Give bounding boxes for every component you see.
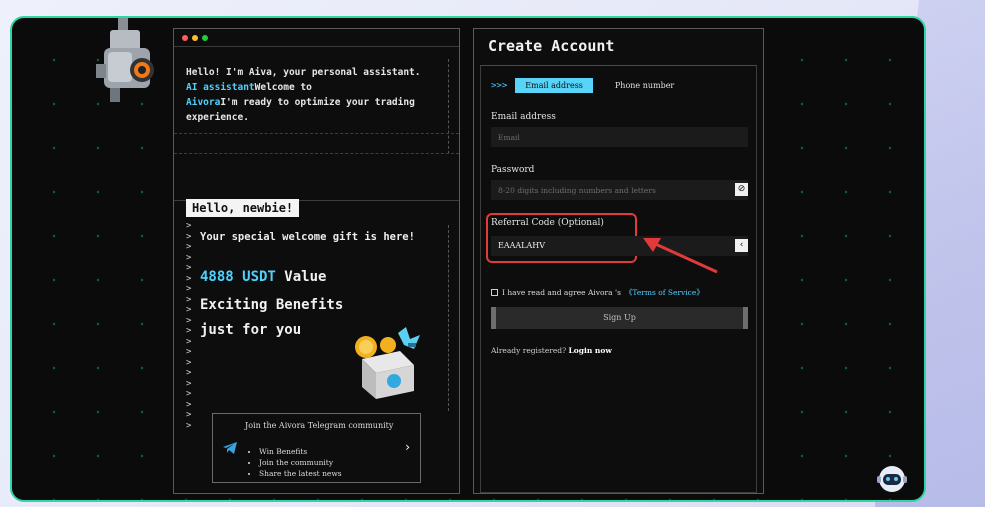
intro-text: Hello! I'm Aiva, your personal assistant… — [186, 67, 421, 78]
list-item: Join the community — [259, 457, 342, 468]
chat-bot-icon[interactable] — [875, 464, 909, 494]
terminal-header — [174, 29, 459, 47]
minimize-dot-icon — [192, 34, 198, 41]
login-link[interactable]: Login now — [569, 346, 612, 355]
tab-arrows: >>> — [491, 80, 508, 91]
divider — [174, 153, 459, 154]
welcome-gift-text: Your special welcome gift is here! — [200, 231, 415, 243]
divider — [448, 225, 449, 411]
robot-camera-icon — [96, 18, 154, 102]
caret-column: > > > > > > > > > > > > > > > > > > > > — [186, 221, 192, 431]
divider — [448, 59, 449, 154]
back-icon[interactable]: ‹ — [735, 239, 748, 252]
page-title: Create Account — [488, 37, 615, 55]
create-account-panel: Create Account >>> Email address Phone n… — [473, 28, 764, 494]
annotation-arrow — [643, 238, 718, 274]
hello-tag: Hello, newbie! — [186, 199, 300, 217]
eye-off-icon[interactable]: ⊘ — [735, 183, 748, 196]
tab-phone[interactable]: Phone number — [601, 78, 688, 93]
usdt-value-line: 4888 USDT Value — [200, 269, 430, 285]
referral-label: Referral Code (Optional) — [491, 218, 604, 228]
terms-agreement[interactable]: I have read and agree Aivora 's 《Terms o… — [491, 287, 704, 298]
close-dot-icon — [182, 34, 188, 41]
list-item: Share the latest news — [259, 468, 342, 479]
already-text: Already registered? — [491, 346, 569, 355]
intro-text: Welcome to — [254, 82, 312, 93]
sign-up-button[interactable]: Sign Up — [491, 307, 748, 329]
chevron-right-icon[interactable]: › — [405, 440, 410, 454]
login-prompt: Already registered? Login now — [491, 346, 612, 355]
intro-text: I'm ready to optimize your trading exper… — [186, 97, 415, 123]
referral-code-value: EAAALAHV — [498, 241, 546, 250]
password-field[interactable] — [491, 180, 748, 200]
password-label: Password — [491, 165, 535, 175]
usdt-amount: 4888 USDT — [200, 269, 276, 285]
benefits-line-1: Exciting Benefits — [200, 297, 344, 313]
signup-tabs: >>> Email address Phone number — [491, 78, 688, 93]
telegram-benefits-list: Win Benefits Join the community Share th… — [259, 446, 342, 479]
value-word: Value — [275, 269, 327, 285]
list-item: Win Benefits — [259, 446, 342, 457]
assistant-intro: Hello! I'm Aiva, your personal assistant… — [186, 65, 426, 125]
terms-checkbox[interactable] — [491, 289, 498, 296]
maximize-dot-icon — [202, 34, 208, 41]
welcome-terminal-panel: Hello! I'm Aiva, your personal assistant… — [173, 28, 460, 494]
terms-link[interactable]: 《Terms of Service》 — [625, 287, 704, 298]
gift-box-icon — [355, 327, 420, 399]
telegram-icon — [223, 442, 237, 454]
tab-email[interactable]: Email address — [515, 78, 593, 93]
email-field[interactable] — [491, 127, 748, 147]
agree-text: I have read and agree Aivora 's — [502, 288, 621, 297]
telegram-title: Join the Aivora Telegram community — [245, 421, 394, 430]
intro-highlight: AI assistant — [186, 82, 255, 93]
app-frame: Hello! I'm Aiva, your personal assistant… — [10, 16, 926, 502]
telegram-community-card[interactable]: Join the Aivora Telegram community Win B… — [212, 413, 421, 483]
brand-highlight: Aivora — [186, 97, 221, 108]
signup-form: >>> Email address Phone number Email add… — [480, 65, 757, 493]
divider — [174, 133, 459, 134]
email-label: Email address — [491, 112, 556, 122]
